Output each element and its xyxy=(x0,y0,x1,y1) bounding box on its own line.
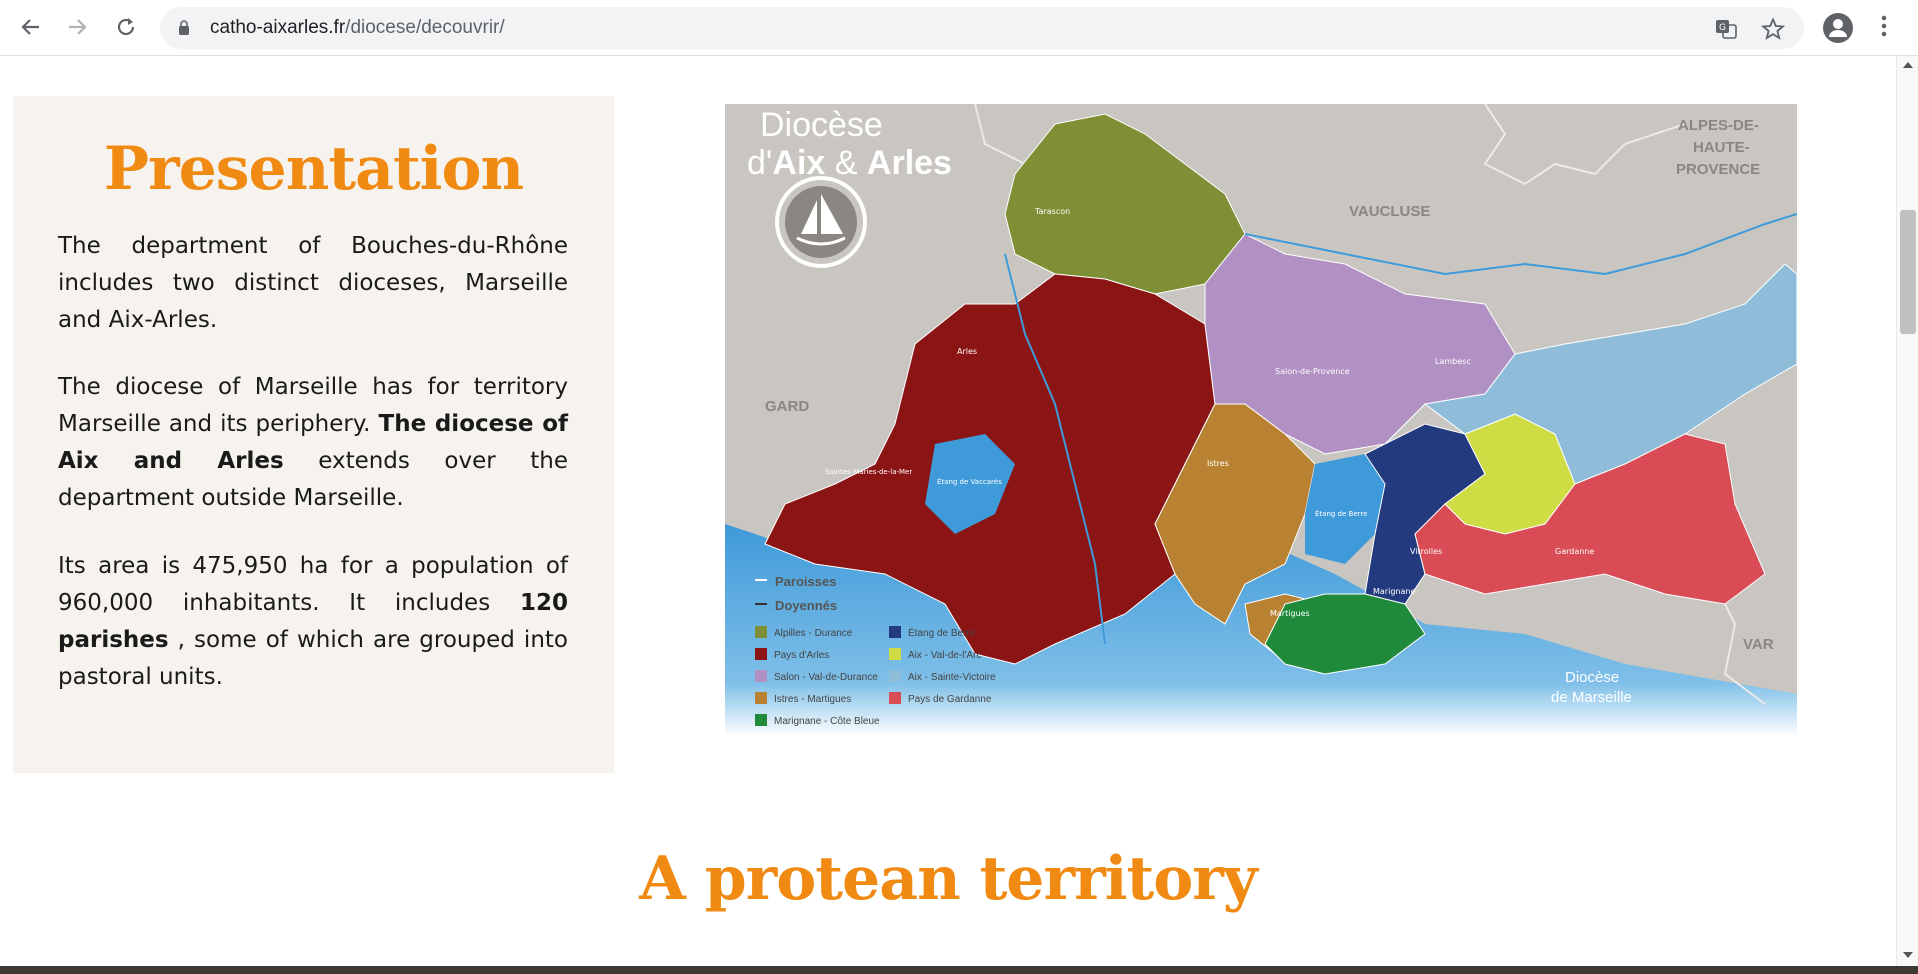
legend-swatch xyxy=(889,648,901,660)
legend-swatch xyxy=(889,670,901,682)
browser-toolbar: catho-aixarles.fr/diocese/decouvrir/ G xyxy=(0,0,1918,56)
place-saintes-maries: Saintes-Maries-de-la-Mer xyxy=(825,468,912,476)
label-alpes-2: HAUTE- xyxy=(1693,139,1750,156)
forward-arrow-icon[interactable] xyxy=(63,12,93,42)
diocese-map-svg: Diocèse d'Aix & Arles VAUCLUSE ALPES-DE-… xyxy=(725,104,1797,736)
legend-swatch xyxy=(889,626,901,638)
label-marseille-2: de Marseille xyxy=(1551,689,1632,706)
label-alpes-3: PROVENCE xyxy=(1676,161,1760,178)
place-tarascon: Tarascon xyxy=(1034,207,1070,216)
map-title-line-2: d'Aix & Arles xyxy=(747,144,952,182)
lock-icon xyxy=(179,20,189,35)
map-title-line-1: Diocèse xyxy=(760,106,883,144)
legend-label: Pays d'Arles xyxy=(774,650,829,661)
presentation-paragraph-3: Its area is 475,950 ha for a population … xyxy=(58,553,568,690)
profile-avatar-icon[interactable] xyxy=(1823,13,1853,43)
place-lambesc: Lambesc xyxy=(1435,357,1471,366)
legend-label: Istres - Martigues xyxy=(774,694,851,705)
presentation-title: Presentation xyxy=(103,134,524,204)
presentation-paragraph-2: The diocese of Marseille has for territo… xyxy=(58,374,569,511)
place-salon: Salon-de-Provence xyxy=(1275,367,1350,376)
place-etang-berre: Étang de Berre xyxy=(1315,509,1367,518)
back-arrow-icon[interactable] xyxy=(15,12,45,42)
legend-label: Alpilles - Durance xyxy=(774,628,853,639)
presentation-paragraph-1: The department of Bouches-du-Rhône inclu… xyxy=(58,233,568,333)
place-martigues: Martigues xyxy=(1270,609,1310,618)
legend-label: Aix - Sainte-Victoire xyxy=(908,672,996,683)
more-menu-icon[interactable] xyxy=(1876,14,1892,42)
scroll-thumb[interactable] xyxy=(1900,210,1916,334)
place-gardanne: Gardanne xyxy=(1555,547,1594,556)
legend-label: Salon - Val-de-Durance xyxy=(774,672,878,683)
legend-paroisses-label: Paroisses xyxy=(775,574,836,589)
label-alpes-1: ALPES-DE- xyxy=(1678,117,1759,134)
legend-label: Marignane - Côte Bleue xyxy=(774,716,880,727)
label-vaucluse: VAUCLUSE xyxy=(1349,203,1430,220)
page-bottom-strip xyxy=(0,966,1918,974)
translate-icon[interactable]: G xyxy=(1714,17,1738,41)
legend-label: Pays de Gardanne xyxy=(908,694,992,705)
legend-swatch xyxy=(755,714,767,726)
reload-icon[interactable] xyxy=(111,12,141,42)
label-marseille-1: Diocèse xyxy=(1565,669,1619,686)
svg-text:G: G xyxy=(1719,23,1726,33)
legend-swatch xyxy=(755,670,767,682)
legend-label: Étang de Berre xyxy=(908,626,976,639)
bookmark-star-icon[interactable] xyxy=(1761,17,1785,41)
place-etang-vaccares: Étang de Vaccarès xyxy=(937,477,1002,486)
place-istres: Istres xyxy=(1207,459,1229,468)
legend-label: Aix - Val-de-l'Arc xyxy=(908,650,981,661)
place-arles: Arles xyxy=(957,347,977,356)
label-var: VAR xyxy=(1743,636,1774,653)
legend-swatch xyxy=(889,692,901,704)
scroll-down-arrow-icon[interactable] xyxy=(1903,952,1913,958)
diocese-map: Diocèse d'Aix & Arles VAUCLUSE ALPES-DE-… xyxy=(725,104,1797,736)
url-text: catho-aixarles.fr/diocese/decouvrir/ xyxy=(210,17,505,38)
scroll-up-arrow-icon[interactable] xyxy=(1903,62,1913,68)
address-bar[interactable]: catho-aixarles.fr/diocese/decouvrir/ G xyxy=(160,7,1804,49)
legend-swatch xyxy=(755,692,767,704)
page-scrollbar[interactable] xyxy=(1896,56,1918,966)
place-vitrolles: Vitrolles xyxy=(1410,547,1442,556)
legend-swatch xyxy=(755,648,767,660)
label-gard: GARD xyxy=(765,398,809,415)
legend-swatch xyxy=(755,626,767,638)
legend-doyennes-label: Doyennés xyxy=(775,598,837,613)
place-marignane: Marignane xyxy=(1373,587,1415,596)
section-title: A protean territory xyxy=(639,844,1257,914)
presentation-card: Presentation The department of Bouches-d… xyxy=(13,96,614,773)
